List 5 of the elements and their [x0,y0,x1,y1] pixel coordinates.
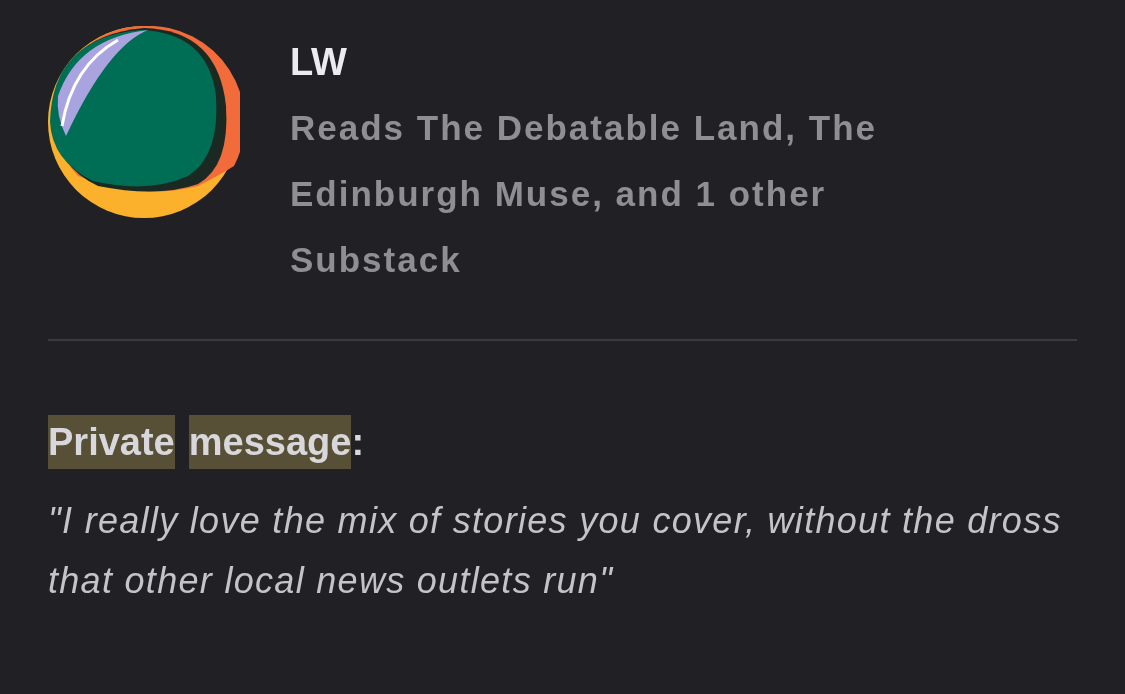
avatar-icon [48,26,240,218]
message-heading: Private message: [48,411,365,473]
message-text: "I really love the mix of stories you cover, without the dross that other local news outlets run" [48,499,1063,603]
user-description: Reads The Debatable Land, The Edinburgh Muse, and 1 other Substack [290,107,878,281]
user-name: LW [290,40,348,85]
